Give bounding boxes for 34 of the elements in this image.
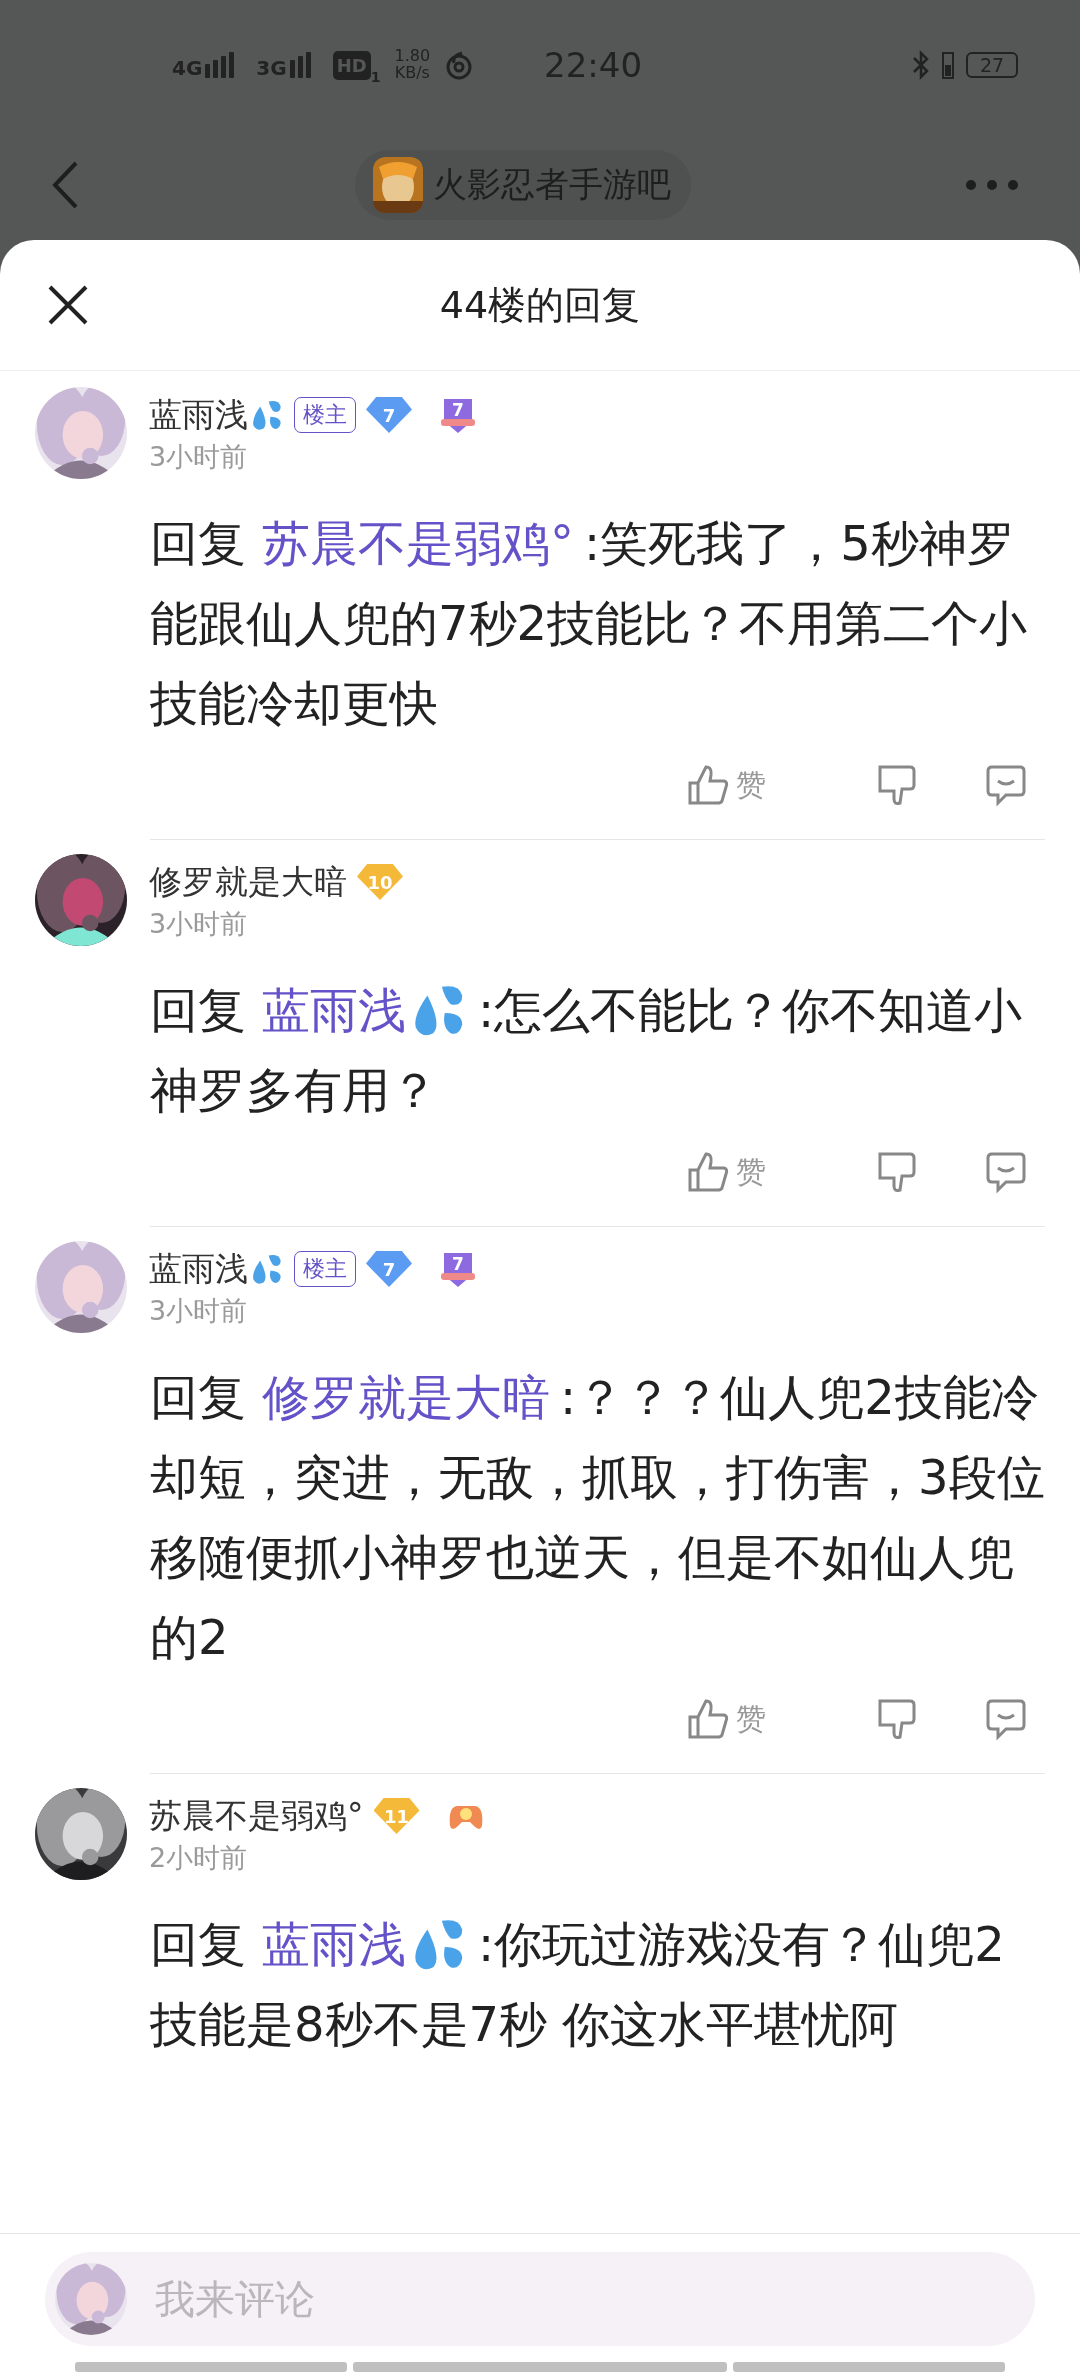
back-icon[interactable]	[50, 160, 80, 210]
host-tag: 楼主	[294, 1251, 356, 1287]
comment-time: 2小时前	[149, 1841, 249, 1875]
comment-text: 回复 蓝雨浅 :你玩过游戏没有？仙兜2技能是8秒不是7秒 你这水平堪忧阿	[150, 1904, 1045, 2064]
mention-link[interactable]: 修罗就是大暗	[262, 1357, 550, 1437]
signal-icon	[205, 52, 235, 78]
host-tag: 楼主	[294, 397, 356, 433]
level-badge: 11	[373, 1798, 420, 1834]
more-icon[interactable]	[964, 178, 1020, 192]
signal-icon	[289, 52, 311, 78]
comment-text: 回复 苏晨不是弱鸡° :笑死我了，5秒神罗能跟仙人兜的7秒2技能比？不用第二个小技能冷却更快	[150, 503, 1045, 743]
user-name[interactable]: 苏晨不是弱鸡°	[149, 1793, 364, 1839]
mention-link[interactable]: 蓝雨浅	[262, 1904, 468, 1984]
comment-text: 回复 修罗就是大暗 :？？？仙人兜2技能冷却短，突进，无敌，抓取，打伤害，3段位移随便抓小神罗也逆天，但是不如仙人兜的2	[150, 1357, 1045, 1677]
level-badge: 7	[366, 1251, 412, 1287]
user-name[interactable]: 蓝雨浅	[149, 1246, 248, 1292]
thumbs-up-icon	[686, 1697, 730, 1741]
bluetooth-icon	[912, 50, 930, 80]
mention-link[interactable]: 苏晨不是弱鸡°	[262, 503, 574, 583]
close-icon[interactable]	[46, 283, 90, 327]
level-badge: 10	[357, 864, 403, 900]
comment-box[interactable]: 我来评论	[45, 2252, 1035, 2346]
thumbs-up-icon	[686, 763, 730, 807]
battery-small-icon	[942, 51, 954, 79]
sheet-title: 44楼的回复	[439, 281, 641, 329]
comment-time: 3小时前	[149, 440, 249, 474]
comment-time: 3小时前	[149, 907, 249, 941]
mention-link[interactable]: 蓝雨浅	[262, 970, 468, 1050]
level-badge: 7	[366, 397, 412, 433]
user-name[interactable]: 修罗就是大暗	[149, 859, 347, 905]
thumbs-up-icon	[686, 1150, 730, 1194]
comment-time: 3小时前	[149, 1294, 249, 1328]
comment-text: 回复 蓝雨浅 :怎么不能比？你不知道小神罗多有用？	[150, 970, 1045, 1130]
user-name[interactable]: 蓝雨浅	[149, 392, 248, 438]
